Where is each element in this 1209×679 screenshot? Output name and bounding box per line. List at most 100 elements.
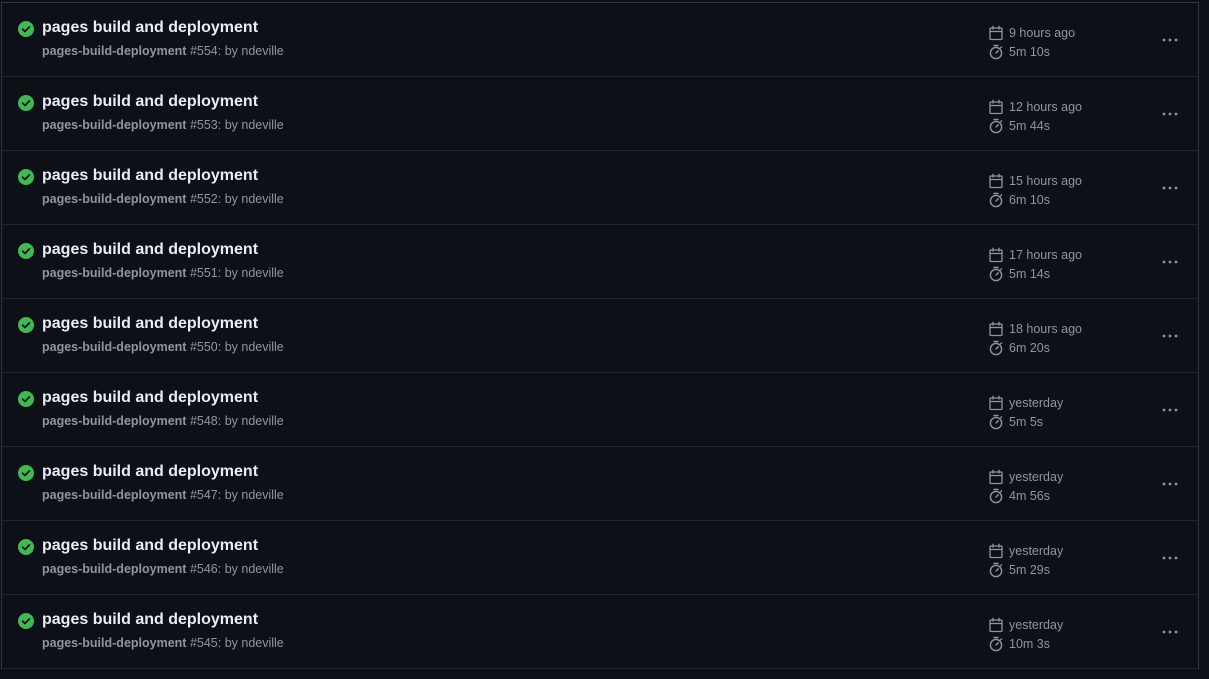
workflow-run-row[interactable]: pages build and deployment pages-build-d…	[2, 447, 1198, 521]
workflow-name: pages-build-deployment	[42, 266, 187, 280]
run-meta: yesterday 10m 3s	[988, 615, 1063, 653]
created-time: 9 hours ago	[1009, 25, 1076, 40]
run-title-link[interactable]: pages build and deployment	[42, 611, 258, 629]
check-circle-fill-icon	[18, 391, 34, 407]
workflow-run-row[interactable]: pages build and deployment pages-build-d…	[2, 521, 1198, 595]
duration: 10m 3s	[1009, 636, 1050, 651]
workflow-run-row[interactable]: pages build and deployment pages-build-d…	[2, 3, 1198, 77]
created-time: yesterday	[1009, 543, 1064, 558]
run-duration: 6m 20s	[988, 338, 1082, 357]
workflow-run-row[interactable]: pages build and deployment pages-build-d…	[2, 299, 1198, 373]
created-time: 17 hours ago	[1009, 247, 1082, 262]
run-info: #551: by ndeville	[189, 266, 284, 280]
calendar-icon	[989, 321, 1003, 336]
duration: 6m 10s	[1009, 192, 1050, 207]
run-duration: 4m 56s	[988, 486, 1063, 505]
stopwatch-icon	[989, 488, 1003, 503]
calendar-icon	[989, 99, 1003, 114]
run-created: 15 hours ago	[988, 171, 1082, 190]
workflow-run-row[interactable]: pages build and deployment pages-build-d…	[2, 77, 1198, 151]
workflow-run-list: pages build and deployment pages-build-d…	[1, 2, 1199, 669]
stopwatch-icon	[989, 266, 1003, 281]
calendar-icon	[989, 395, 1003, 410]
stopwatch-icon	[989, 118, 1003, 133]
workflow-run-row[interactable]: pages build and deployment pages-build-d…	[2, 225, 1198, 299]
run-subtitle: pages-build-deployment #551: by ndeville	[42, 266, 284, 280]
run-duration: 6m 10s	[988, 190, 1082, 209]
run-menu-button[interactable]	[1154, 101, 1186, 127]
stopwatch-icon	[989, 44, 1003, 59]
calendar-icon	[989, 25, 1003, 40]
calendar-icon	[989, 469, 1003, 484]
check-circle-fill-icon	[18, 465, 34, 481]
run-menu-button[interactable]	[1154, 323, 1186, 349]
workflow-name: pages-build-deployment	[42, 636, 187, 650]
run-subtitle: pages-build-deployment #548: by ndeville	[42, 414, 284, 428]
kebab-horizontal-icon	[1162, 334, 1178, 338]
run-menu-button[interactable]	[1154, 397, 1186, 423]
run-meta: yesterday 4m 56s	[988, 467, 1063, 505]
workflow-name: pages-build-deployment	[42, 488, 187, 502]
run-meta: yesterday 5m 29s	[988, 541, 1063, 579]
run-menu-button[interactable]	[1154, 249, 1186, 275]
workflow-name: pages-build-deployment	[42, 562, 187, 576]
check-circle-fill-icon	[18, 317, 34, 333]
duration: 5m 10s	[1009, 44, 1050, 59]
stopwatch-icon	[989, 192, 1003, 207]
run-title-link[interactable]: pages build and deployment	[42, 463, 258, 481]
calendar-icon	[989, 173, 1003, 188]
run-title-link[interactable]: pages build and deployment	[42, 19, 258, 37]
run-created: yesterday	[988, 615, 1063, 634]
workflow-name: pages-build-deployment	[42, 118, 187, 132]
run-title-link[interactable]: pages build and deployment	[42, 167, 258, 185]
run-duration: 10m 3s	[988, 634, 1063, 653]
run-info: #546: by ndeville	[189, 562, 284, 576]
run-meta: 17 hours ago 5m 14s	[988, 245, 1082, 283]
run-title-link[interactable]: pages build and deployment	[42, 389, 258, 407]
check-circle-fill-icon	[18, 613, 34, 629]
check-circle-fill-icon	[18, 95, 34, 111]
run-title-link[interactable]: pages build and deployment	[42, 537, 258, 555]
run-info: #545: by ndeville	[189, 636, 284, 650]
check-circle-fill-icon	[18, 539, 34, 555]
run-title-link[interactable]: pages build and deployment	[42, 93, 258, 111]
created-time: yesterday	[1009, 469, 1064, 484]
workflow-run-row[interactable]: pages build and deployment pages-build-d…	[2, 151, 1198, 225]
run-info: #550: by ndeville	[189, 340, 284, 354]
run-menu-button[interactable]	[1154, 619, 1186, 645]
created-time: 18 hours ago	[1009, 321, 1082, 336]
run-created: 18 hours ago	[988, 319, 1082, 338]
duration: 5m 44s	[1009, 118, 1050, 133]
run-info: #553: by ndeville	[189, 118, 284, 132]
duration: 5m 29s	[1009, 562, 1050, 577]
run-meta: 12 hours ago 5m 44s	[988, 97, 1082, 135]
duration: 5m 14s	[1009, 266, 1050, 281]
duration: 4m 56s	[1009, 488, 1050, 503]
run-subtitle: pages-build-deployment #545: by ndeville	[42, 636, 284, 650]
run-menu-button[interactable]	[1154, 175, 1186, 201]
run-menu-button[interactable]	[1154, 27, 1186, 53]
run-menu-button[interactable]	[1154, 471, 1186, 497]
run-created: yesterday	[988, 393, 1063, 412]
run-duration: 5m 10s	[988, 42, 1075, 61]
created-time: 15 hours ago	[1009, 173, 1082, 188]
workflow-run-row[interactable]: pages build and deployment pages-build-d…	[2, 595, 1198, 669]
run-menu-button[interactable]	[1154, 545, 1186, 571]
run-subtitle: pages-build-deployment #553: by ndeville	[42, 118, 284, 132]
kebab-horizontal-icon	[1162, 186, 1178, 190]
kebab-horizontal-icon	[1162, 482, 1178, 486]
kebab-horizontal-icon	[1162, 408, 1178, 412]
workflow-run-row[interactable]: pages build and deployment pages-build-d…	[2, 373, 1198, 447]
kebab-horizontal-icon	[1162, 112, 1178, 116]
stopwatch-icon	[989, 636, 1003, 651]
run-title-link[interactable]: pages build and deployment	[42, 241, 258, 259]
run-created: 17 hours ago	[988, 245, 1082, 264]
workflow-name: pages-build-deployment	[42, 44, 187, 58]
run-subtitle: pages-build-deployment #547: by ndeville	[42, 488, 284, 502]
workflow-name: pages-build-deployment	[42, 414, 187, 428]
run-subtitle: pages-build-deployment #552: by ndeville	[42, 192, 284, 206]
workflow-name: pages-build-deployment	[42, 192, 187, 206]
calendar-icon	[989, 543, 1003, 558]
run-title-link[interactable]: pages build and deployment	[42, 315, 258, 333]
run-info: #548: by ndeville	[189, 414, 284, 428]
